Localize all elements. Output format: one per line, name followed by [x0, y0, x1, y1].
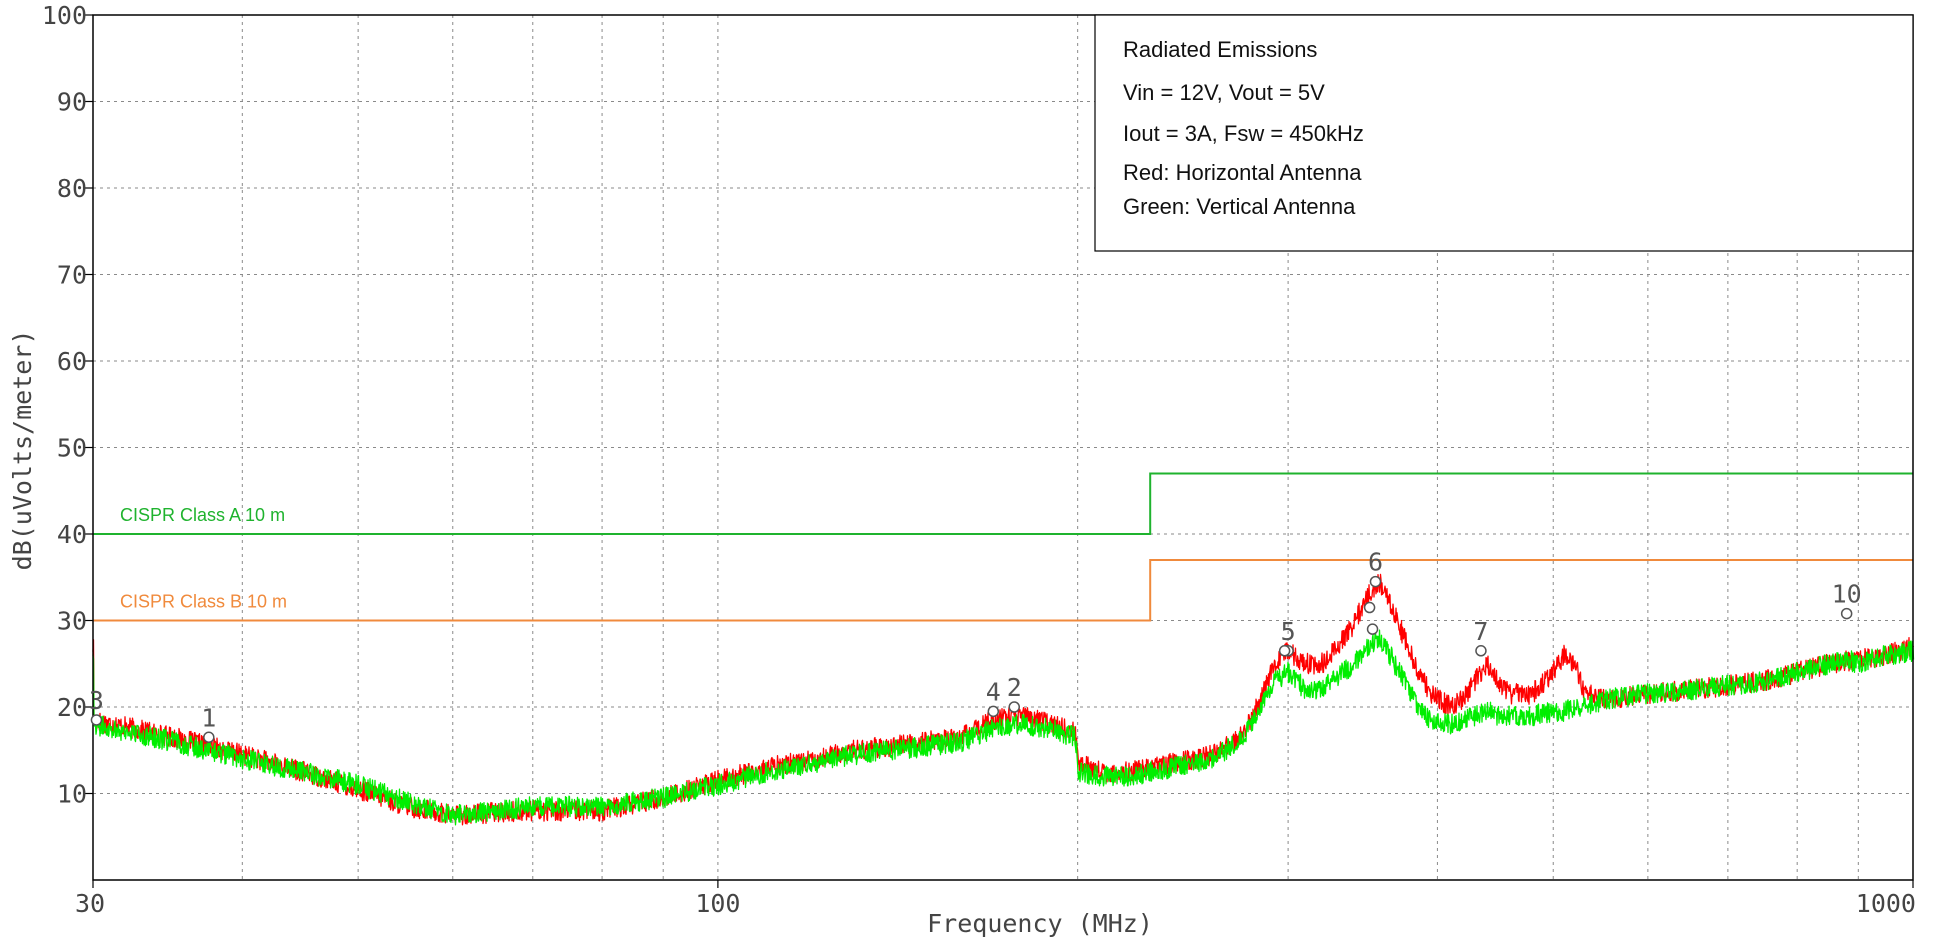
marker-point [1369, 575, 1382, 588]
marker-label: 3 [89, 686, 104, 715]
annotation-line-2: Vin = 12V, Vout = 5V [1123, 80, 1325, 105]
marker-label: 6 [1368, 548, 1383, 577]
marker-label: 2 [1007, 673, 1022, 702]
y-tick-label: 50 [57, 434, 87, 463]
marker-point [203, 731, 215, 744]
x-tick-label: 30 [75, 889, 105, 918]
y-tick-label: 10 [57, 780, 87, 809]
y-tick-label: 70 [57, 261, 87, 290]
marker-label: 1 [201, 703, 216, 732]
limit-label: CISPR Class A 10 m [120, 505, 285, 525]
marker-label: 7 [1473, 617, 1488, 646]
marker-label: 10 [1832, 580, 1862, 609]
y-axis-title: dB(uVolts/meter) [8, 330, 37, 571]
marker-point [1008, 701, 1020, 713]
marker-label: 5 [1281, 617, 1296, 646]
y-tick-label: 90 [57, 88, 87, 117]
y-tick-label: 30 [57, 607, 87, 636]
marker-point [90, 714, 103, 726]
y-tick-label: 80 [57, 174, 87, 203]
marker-point [1475, 645, 1487, 657]
annotation-line-3: Iout = 3A, Fsw = 450kHz [1123, 121, 1364, 146]
y-tick-label: 100 [42, 1, 87, 30]
y-tick-label: 40 [57, 520, 87, 549]
emissions-chart: CISPR Class A 10 m CISPR Class B 10 m 30 1… [0, 0, 1950, 938]
marker-point [1363, 601, 1376, 614]
limit-label: CISPR Class B 10 m [120, 592, 287, 612]
x-tick-label: 1000 [1856, 889, 1916, 918]
x-axis-title: Frequency (MHz) [927, 909, 1153, 938]
annotation-line-5: Green: Vertical Antenna [1123, 194, 1356, 219]
y-tick-label: 20 [57, 693, 87, 722]
annotation-line-1: Radiated Emissions [1123, 37, 1317, 62]
marker-point [1278, 645, 1291, 657]
marker-point [1366, 623, 1379, 635]
annotation-line-4: Red: Horizontal Antenna [1123, 160, 1362, 185]
marker-point [987, 705, 1000, 718]
marker-label: 4 [986, 677, 1001, 706]
annotation-box: Radiated Emissions Vin = 12V, Vout = 5V … [1094, 14, 1914, 252]
marker-point [1840, 607, 1853, 620]
x-tick-label: 100 [695, 889, 740, 918]
y-tick-label: 60 [57, 347, 87, 376]
